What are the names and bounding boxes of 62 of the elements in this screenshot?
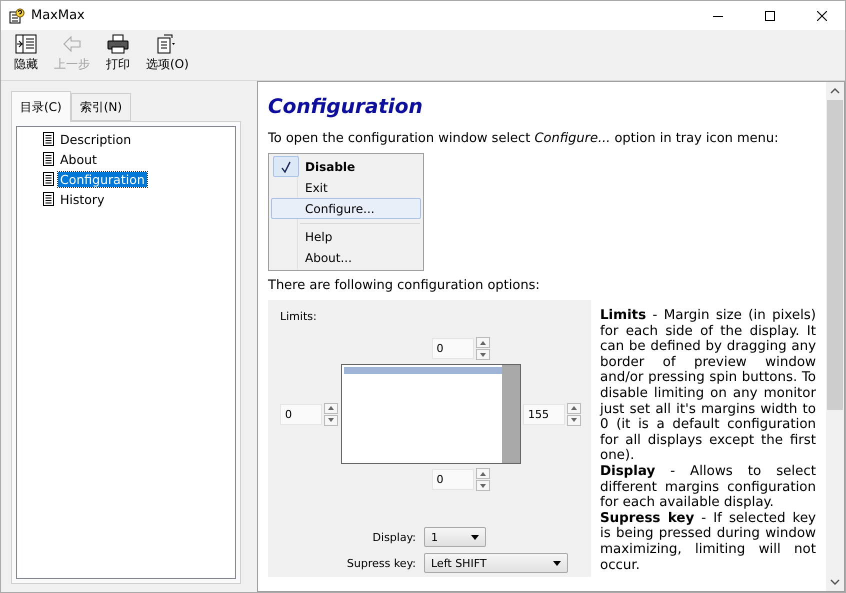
limits-label: Limits: [280, 310, 318, 323]
spin-down-button[interactable] [324, 414, 338, 426]
scroll-up-icon [830, 88, 840, 94]
help-book-icon [9, 8, 25, 24]
scroll-down-icon [830, 579, 840, 585]
toolbar-button[interactable]: 选项(O) [141, 34, 194, 73]
window-title: MaxMax [31, 8, 86, 23]
spin-up-button[interactable] [476, 468, 490, 479]
document-icon [43, 172, 54, 186]
toolbar-button[interactable]: 打印 [101, 34, 135, 73]
down-triangle-icon [328, 418, 334, 422]
tree-item[interactable]: History [58, 192, 106, 206]
up-triangle-icon [480, 340, 486, 344]
close-icon [817, 10, 827, 20]
suppress-key-dropdown[interactable]: Left SHIFT [424, 553, 568, 573]
menu-item[interactable]: Exit [271, 177, 421, 198]
spin-down-button[interactable] [476, 349, 490, 360]
option-description: Limits - Margin size (in pixels) for each side of the display. It can be defined by dragging any border of preview window and/or pressing spin buttons. To disable limiting on any monitor just set all it's margins width to 0 (it is a default configuration for all displays except the first one). [600, 308, 816, 464]
tab[interactable]: 目录(C) [11, 91, 71, 122]
intro-text: To open the configuration window select Configure... option in tray icon menu: [268, 130, 780, 147]
up-triangle-icon [328, 406, 334, 410]
display-label: Display: [372, 530, 416, 544]
spin-up-button[interactable] [476, 337, 490, 348]
maximize-icon [765, 10, 775, 20]
dropdown-arrow-icon [471, 534, 479, 540]
tab[interactable]: 索引(N) [70, 93, 132, 121]
option-description: Display - Allows to select different margins configuration for each available display. [600, 464, 816, 511]
spin-field[interactable]: 0 [280, 404, 322, 424]
document-icon [43, 152, 54, 166]
spin-up-button[interactable] [567, 402, 581, 414]
document-icon [43, 192, 54, 206]
document-icon [43, 132, 54, 146]
menu-item[interactable]: Configure... [271, 198, 421, 219]
menu-item[interactable]: Disable [271, 156, 421, 177]
tree-item[interactable]: About [58, 152, 99, 166]
spin-field[interactable]: 0 [432, 338, 474, 359]
checkmark-icon [281, 160, 291, 172]
down-triangle-icon [480, 352, 486, 356]
display-dropdown[interactable]: 1 [424, 527, 486, 547]
spin-field[interactable]: 0 [432, 469, 474, 490]
scroll-thumb[interactable] [827, 100, 843, 410]
spin-down-button[interactable] [476, 480, 490, 491]
dropdown-arrow-icon [553, 560, 561, 566]
tree-item[interactable]: Configuration [58, 172, 147, 186]
page-heading: Configuration [268, 94, 424, 118]
toolbar-button[interactable]: 隐藏 [9, 34, 43, 73]
down-triangle-icon [571, 418, 577, 422]
menu-item[interactable]: About... [271, 247, 421, 268]
printer-icon [107, 34, 129, 54]
spin-up-button[interactable] [324, 402, 338, 414]
back-arrow-icon [61, 34, 83, 54]
spin-field[interactable]: 155 [523, 404, 565, 424]
options-intro-text: There are following configuration options: [268, 277, 541, 294]
tree-item[interactable]: Description [58, 132, 134, 146]
hide-pane-icon [15, 34, 37, 54]
option-description: Supress key - If selected key is being pressed during window maximizing, limiting will not occur. [600, 510, 816, 574]
vertical-scrollbar[interactable] [826, 82, 844, 591]
down-triangle-icon [480, 484, 486, 488]
suppress-key-label: Supress key: [346, 556, 416, 570]
up-triangle-icon [480, 472, 486, 476]
spin-down-button[interactable] [567, 414, 581, 426]
up-triangle-icon [571, 406, 577, 410]
